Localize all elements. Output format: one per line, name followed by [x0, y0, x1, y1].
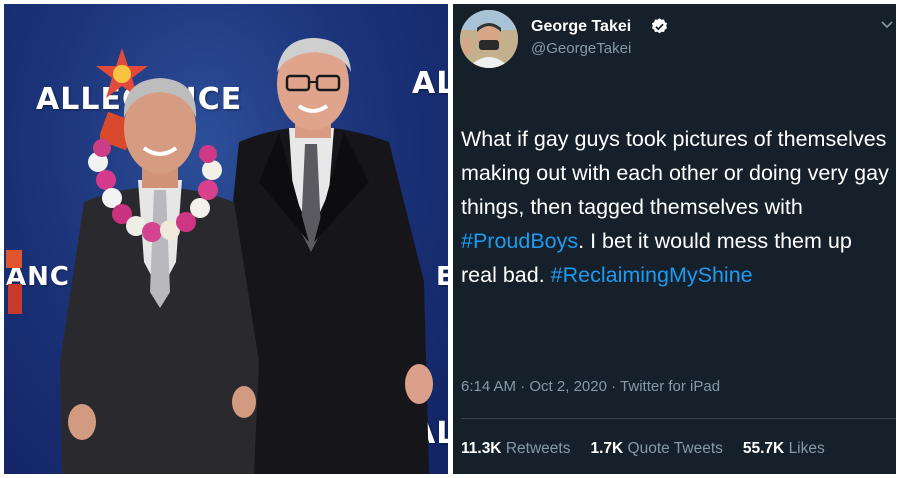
avatar-image	[460, 10, 518, 68]
quote-tweets-stat[interactable]: 1.7K Quote Tweets	[590, 440, 722, 458]
tweet-meta: 6:14 AM · Oct 2, 2020 · Twitter for iPad	[461, 378, 720, 395]
display-name[interactable]: George Takei	[531, 18, 631, 36]
verified-badge-icon	[651, 18, 668, 34]
tweet-text: What if gay guys took pictures of themse…	[461, 122, 893, 292]
logo-emblem	[6, 250, 22, 314]
likes-stat[interactable]: 55.7K Likes	[743, 440, 825, 458]
hashtag-link[interactable]: #ReclaimingMyShine	[551, 263, 753, 287]
man-left	[60, 78, 259, 474]
tweet-card: George Takei @GeorgeTakei What if gay gu…	[453, 4, 896, 474]
avatar[interactable]	[460, 10, 518, 68]
meta-separator: ·	[520, 378, 526, 395]
hashtag-link[interactable]: #ProudBoys	[461, 229, 578, 253]
handle[interactable]: @GeorgeTakei	[531, 40, 631, 57]
tweet-source[interactable]: Twitter for iPad	[620, 378, 720, 395]
divider	[461, 418, 896, 419]
chevron-down-icon[interactable]	[880, 18, 894, 32]
tweet-text-part: What if gay guys took pictures of themse…	[461, 127, 889, 219]
tweet-stats: 11.3K Retweets 1.7K Quote Tweets 55.7K Lik…	[461, 440, 896, 458]
meta-separator: ·	[611, 378, 617, 395]
retweets-stat[interactable]: 11.3K Retweets	[461, 440, 570, 458]
tweet-time[interactable]: 6:14 AM	[461, 378, 516, 395]
tweet-date[interactable]: Oct 2, 2020	[529, 378, 607, 395]
photo: ALLEGICE AL ANC E AL CE	[4, 4, 448, 474]
